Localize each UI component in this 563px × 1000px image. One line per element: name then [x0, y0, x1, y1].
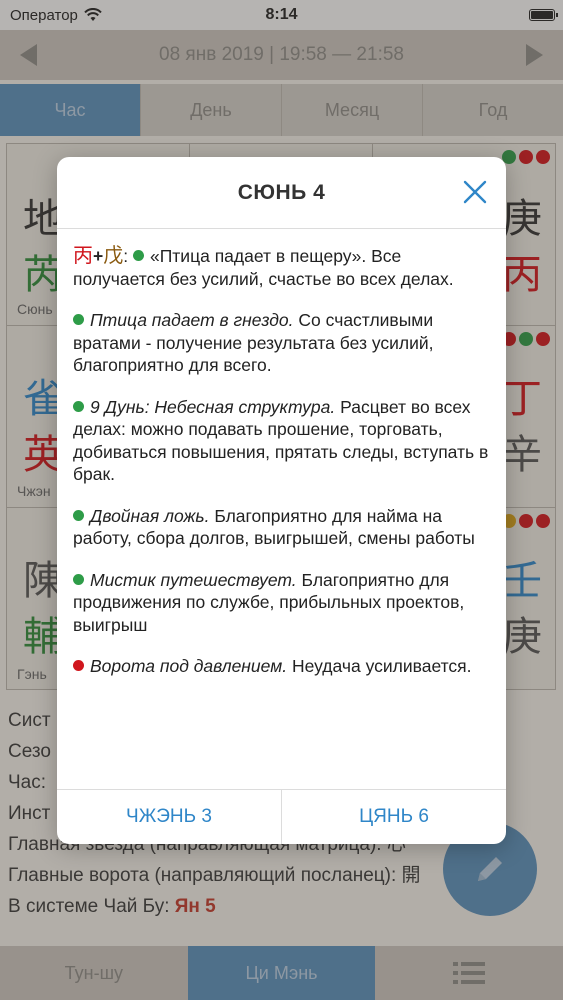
pattern-paragraph: Мистик путешествует. Благоприятно для пр…	[73, 569, 490, 637]
pattern-paragraph: Двойная ложь. Благоприятно для найма на …	[73, 505, 490, 550]
green-dot-icon	[73, 573, 84, 585]
dialog-content: 丙+戊: «Птица падает в пещеру». Все получа…	[57, 229, 506, 789]
close-button[interactable]	[460, 177, 490, 207]
pattern-name: 9 Дунь: Небесная структура.	[90, 396, 336, 417]
pattern-paragraph: Птица падает в гнездо. Со счастливыми вр…	[73, 309, 490, 377]
plus-sign: +	[93, 246, 104, 266]
green-dot-icon	[73, 400, 84, 412]
dialog-footer: ЧЖЭНЬ 3 ЦЯНЬ 6	[57, 789, 506, 844]
red-dot-icon	[73, 660, 84, 671]
pattern-paragraph: Ворота под давлением. Неудача усиливаетс…	[73, 655, 490, 678]
pattern-name: Ворота под давлением.	[90, 656, 288, 676]
green-dot-icon	[132, 250, 144, 261]
stem-earth: 戊	[103, 243, 124, 267]
pattern-paragraph: 9 Дунь: Небесная структура. Расцвет во в…	[73, 396, 490, 486]
separator: :	[123, 246, 129, 266]
paragraph-text: Неудача усиливается.	[291, 656, 472, 676]
palace-detail-dialog: СЮНЬ 4 丙+戊: «Птица падает в пещеру». Все…	[57, 157, 506, 844]
green-dot-icon	[73, 314, 84, 325]
stem-heaven: 丙	[73, 243, 93, 267]
prev-palace-button[interactable]: ЧЖЭНЬ 3	[57, 790, 281, 844]
close-icon	[463, 180, 487, 204]
pattern-name: Мистик путешествует.	[90, 569, 297, 590]
dialog-title: СЮНЬ 4	[237, 180, 326, 204]
paragraph-text: «Птица падает в пещеру». Все получается …	[73, 246, 454, 289]
next-palace-button[interactable]: ЦЯНЬ 6	[281, 790, 506, 844]
combination-paragraph: 丙+戊: «Птица падает в пещеру». Все получа…	[73, 244, 490, 290]
pattern-name: Птица падает в гнездо.	[90, 310, 294, 330]
pattern-name: Двойная ложь.	[90, 505, 210, 526]
dialog-header: СЮНЬ 4	[57, 157, 506, 229]
green-dot-icon	[73, 509, 84, 521]
